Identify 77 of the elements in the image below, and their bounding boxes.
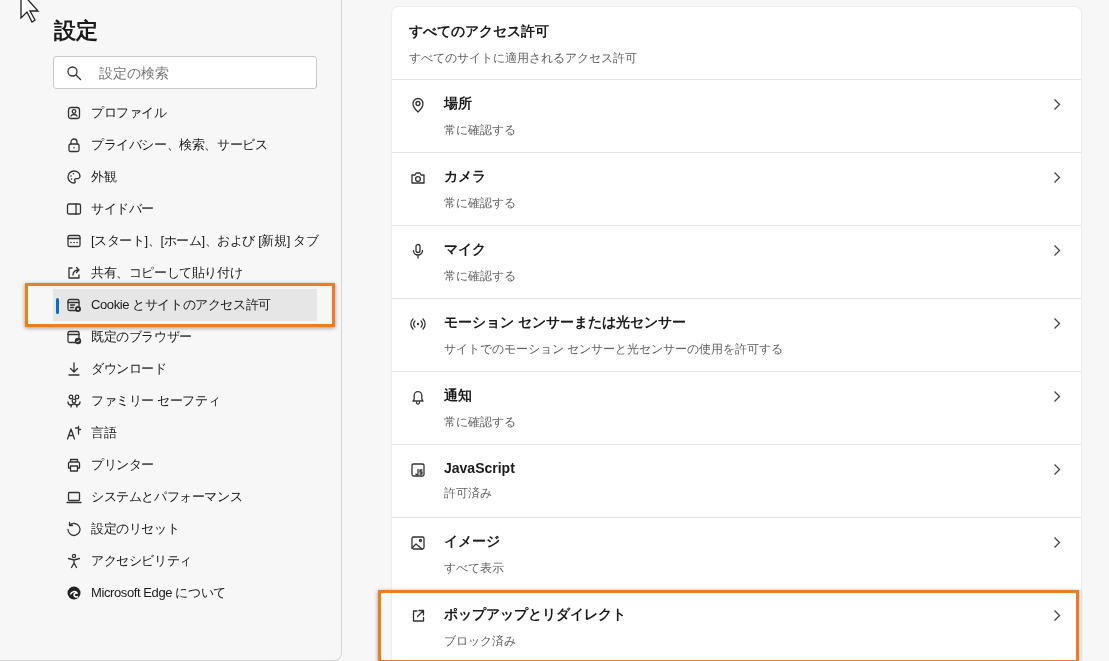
- permission-status: 許可済み: [444, 485, 492, 502]
- sidebar-item[interactable]: [スタート]、[ホーム]、および [新規] タブ: [53, 225, 319, 257]
- sensor-icon: [410, 316, 426, 332]
- sidebar-item[interactable]: ダウンロード: [53, 353, 317, 385]
- sidebar-item[interactable]: 設定のリセット: [53, 513, 317, 545]
- permission-status: 常に確認する: [444, 195, 516, 212]
- permission-row[interactable]: 通知 常に確認する: [392, 372, 1081, 445]
- chevron-right-icon: [1053, 171, 1061, 184]
- image-icon: [410, 535, 426, 551]
- permission-row[interactable]: イメージ すべて表示: [392, 518, 1081, 591]
- permission-status: 常に確認する: [444, 414, 516, 431]
- bell-icon: [410, 389, 426, 405]
- chevron-right-icon: [1053, 536, 1061, 549]
- card-title: すべてのアクセス許可: [409, 23, 549, 41]
- permission-row[interactable]: 場所 常に確認する: [392, 80, 1081, 153]
- permission-status: サイトでのモーション センサーと光センサーの使用を許可する: [444, 341, 784, 358]
- sidebar-item[interactable]: 既定のブラウザー: [53, 321, 317, 353]
- settings-title: 設定: [54, 17, 98, 45]
- permission-status: すべて表示: [444, 560, 504, 577]
- permission-status: 常に確認する: [444, 268, 516, 285]
- permission-status: 常に確認する: [444, 122, 516, 139]
- lock-icon: [66, 137, 82, 153]
- card-subtitle: すべてのサイトに適用されるアクセス許可: [409, 50, 637, 67]
- location-pin-icon: [410, 97, 426, 113]
- chevron-right-icon: [1053, 390, 1061, 403]
- sidebar-item[interactable]: プロファイル: [53, 97, 317, 129]
- share-icon: [66, 265, 82, 281]
- permission-title: イメージ: [444, 533, 500, 551]
- permission-status: ブロック済み: [444, 633, 516, 650]
- chevron-right-icon: [1053, 463, 1061, 476]
- microphone-icon: [410, 243, 426, 259]
- chevron-right-icon: [1053, 98, 1061, 111]
- permission-title: モーション センサーまたは光センサー: [444, 314, 686, 332]
- sidebar-item[interactable]: 外観: [53, 161, 317, 193]
- search-field[interactable]: 設定の検索: [53, 56, 317, 89]
- sidebar-item[interactable]: Cookie とサイトのアクセス許可: [53, 289, 317, 321]
- default-browser-icon: [66, 329, 82, 345]
- sidebar-item[interactable]: ファミリー セーフティ: [53, 385, 317, 417]
- sidebar-item[interactable]: Microsoft Edge について: [53, 577, 317, 609]
- chevron-right-icon: [1053, 244, 1061, 257]
- palette-icon: [66, 169, 82, 185]
- sidebar-item[interactable]: プリンター: [53, 449, 317, 481]
- sidebar-item[interactable]: アクセシビリティ: [53, 545, 317, 577]
- language-icon: [66, 425, 82, 441]
- permission-row[interactable]: JavaScript 許可済み: [392, 445, 1081, 518]
- external-link-icon: [410, 608, 426, 624]
- laptop-icon: [66, 489, 82, 505]
- permission-row[interactable]: モーション センサーまたは光センサー サイトでのモーション センサーと光センサーの使用を許可する: [392, 299, 1081, 372]
- permission-title: カメラ: [444, 168, 486, 186]
- chevron-right-icon: [1053, 317, 1061, 330]
- permission-row[interactable]: ポップアップとリダイレクト ブロック済み: [392, 591, 1081, 661]
- sidebar-item[interactable]: 共有、コピーして貼り付け: [53, 257, 317, 289]
- permission-title: JavaScript: [444, 460, 515, 476]
- accessibility-icon: [66, 553, 82, 569]
- permission-title: ポップアップとリダイレクト: [444, 606, 626, 624]
- camera-icon: [410, 170, 426, 186]
- tab-page-icon: [66, 233, 82, 249]
- permission-row[interactable]: マイク 常に確認する: [392, 226, 1081, 299]
- profile-icon: [66, 105, 82, 121]
- permission-title: 通知: [444, 387, 472, 405]
- sidebar-item[interactable]: 言語: [53, 417, 317, 449]
- permission-title: 場所: [444, 95, 472, 113]
- javascript-icon: [410, 462, 426, 478]
- site-settings-icon: [66, 297, 82, 313]
- permission-row[interactable]: カメラ 常に確認する: [392, 153, 1081, 226]
- printer-icon: [66, 457, 82, 473]
- sidebar-item[interactable]: プライバシー、検索、サービス: [53, 129, 317, 161]
- permission-title: マイク: [444, 241, 486, 259]
- sidebar-item[interactable]: システムとパフォーマンス: [53, 481, 317, 513]
- edge-logo-icon: [66, 585, 82, 601]
- sidebar-item[interactable]: サイドバー: [53, 193, 317, 225]
- selection-indicator: [56, 298, 59, 314]
- family-icon: [66, 393, 82, 409]
- reset-icon: [66, 521, 82, 537]
- chevron-right-icon: [1053, 609, 1061, 622]
- sidebar-icon: [66, 201, 82, 217]
- download-icon: [66, 361, 82, 377]
